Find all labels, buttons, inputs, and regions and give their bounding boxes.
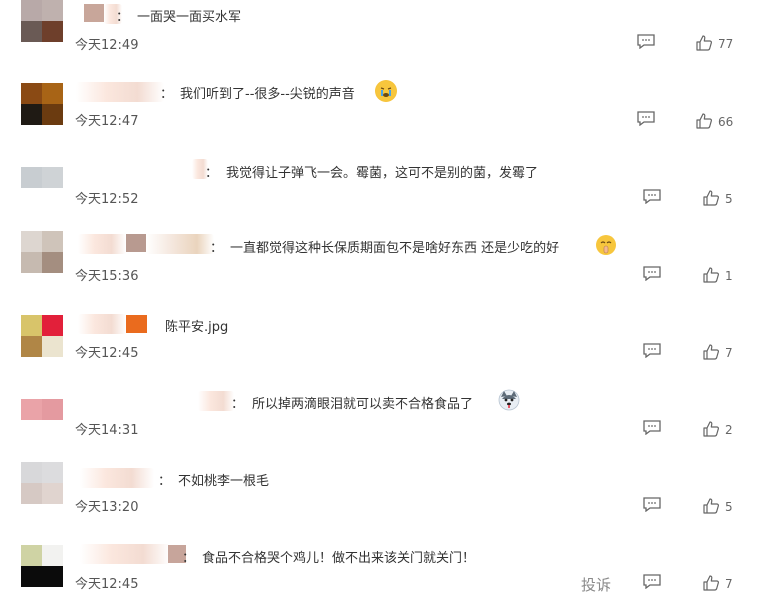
reply-icon[interactable] [643,497,661,512]
colon: ： [231,397,245,412]
colon: ： [160,87,174,102]
like-icon[interactable] [703,421,719,437]
colon: ： [182,551,196,566]
reply-icon[interactable] [637,34,655,49]
comment-text: 我觉得让子弹飞一会。霉菌，这可不是别的菌，发霉了 [226,166,539,181]
avatar[interactable] [21,0,63,42]
reply-icon[interactable] [643,343,661,358]
username-blur[interactable] [80,544,170,564]
husky-dog-icon [498,389,520,411]
like-count: 77 [718,37,734,51]
reply-icon[interactable] [637,111,655,126]
avatar[interactable] [21,231,63,273]
like-count: 66 [718,115,734,129]
comment-text: 一面哭一面买水军 [137,10,242,25]
username-blur[interactable] [126,315,147,333]
colon: ： [210,241,224,256]
like-icon[interactable] [703,190,719,206]
like-count: 7 [725,577,733,591]
username-blur[interactable] [84,4,104,22]
like-icon[interactable] [696,35,712,51]
like-count: 7 [725,346,733,360]
comment-item: ： 我觉得让子弹飞一会。霉菌，这可不是别的菌，发霉了 今天12:52 5 [0,154,767,231]
like-icon[interactable] [703,344,719,360]
comment-item: ： 一面哭一面买水军 今天12:49 77 [0,0,767,77]
comment-time: 今天15:36 [75,269,139,284]
comment-time: 今天13:20 [75,500,139,515]
like-count: 5 [725,192,733,206]
like-icon[interactable] [703,267,719,283]
like-count: 2 [725,423,733,437]
comment-text: 食品不合格哭个鸡儿！做不出来该关门就关门！ [202,551,476,566]
like-icon[interactable] [703,575,719,591]
username-blur[interactable] [198,391,234,411]
comment-text: 一直都觉得这种长保质期面包不是啥好东西 还是少吃的好 [230,241,560,256]
colon: ： [205,166,219,181]
comment-text: 所以掉两滴眼泪就可以卖不合格食品了 [252,397,474,412]
colon: ： [116,10,130,25]
avatar[interactable] [21,399,63,441]
reply-icon[interactable] [643,420,661,435]
comment-time: 今天14:31 [75,423,139,438]
username-blur[interactable] [126,234,146,252]
comment-item: ： 一直都觉得这种长保质期面包不是啥好东西 还是少吃的好 今天15:36 1 [0,231,767,308]
reply-icon[interactable] [643,574,661,589]
comment-item: ： 所以掉两滴眼泪就可以卖不合格食品了 今天14:31 2 [0,385,767,462]
username-blur[interactable] [78,314,126,334]
reply-icon[interactable] [643,189,661,204]
like-count: 1 [725,269,733,283]
comment-time: 今天12:45 [75,577,139,592]
comment-text: 不如桃李一根毛 [178,474,270,489]
username-blur[interactable] [76,82,164,102]
comment-time: 今天12:45 [75,346,139,361]
comment-item: 陈平安.jpg 今天12:45 7 [0,308,767,385]
username-blur[interactable] [146,234,214,254]
username-blur[interactable] [80,468,154,488]
username-blur[interactable] [78,234,126,254]
comment-item: ： 不如桃李一根毛 今天13:20 5 [0,462,767,539]
comment-time: 今天12:52 [75,192,139,207]
reply-icon[interactable] [643,266,661,281]
like-count: 5 [725,500,733,514]
shushing-face-icon [595,234,617,256]
avatar[interactable] [21,167,63,209]
crying-face-icon [375,80,397,102]
avatar[interactable] [21,462,63,504]
like-icon[interactable] [703,498,719,514]
like-icon[interactable] [696,113,712,129]
comment-text: 陈平安.jpg [165,320,229,335]
comment-text: 我们听到了--很多--尖锐的声音 [180,87,355,102]
comment-time: 今天12:49 [75,38,139,53]
avatar[interactable] [21,545,63,587]
report-link[interactable]: 投诉 [581,574,611,595]
colon: ： [158,474,172,489]
comment-item: ： 食品不合格哭个鸡儿！做不出来该关门就关门！ 今天12:45 7 [0,539,767,616]
comment-item: ： 我们听到了--很多--尖锐的声音 今天12:47 66 [0,77,767,154]
avatar[interactable] [21,83,63,125]
avatar[interactable] [21,315,63,357]
comment-time: 今天12:47 [75,114,139,129]
